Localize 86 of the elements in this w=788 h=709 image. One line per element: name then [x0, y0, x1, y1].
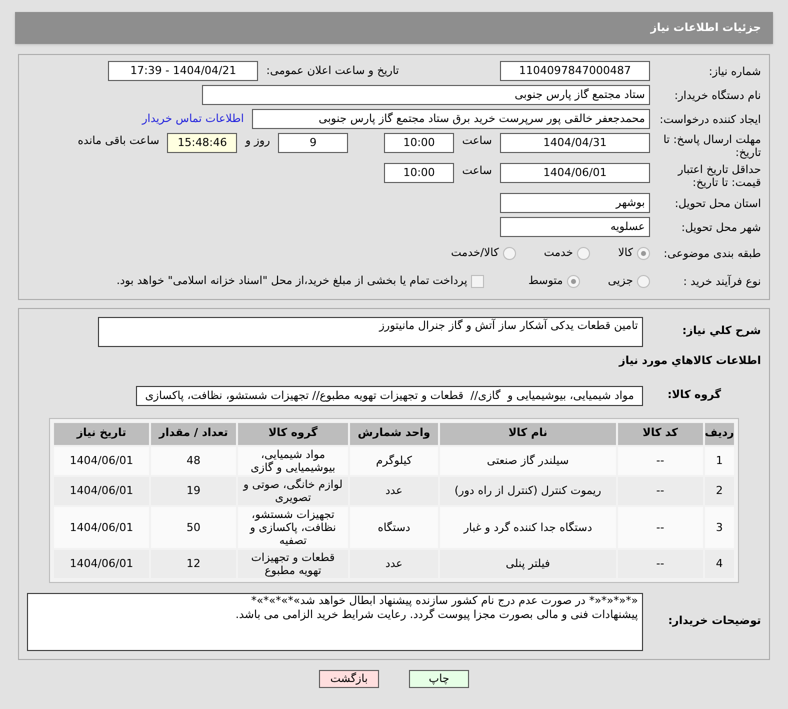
table-cell-text: فیلتر پنلی	[504, 556, 552, 572]
table-cell-text: 2	[714, 483, 724, 499]
table-cell-text: قطعات و تجهیزات تهویه مطبوع	[250, 550, 336, 578]
radio-button[interactable]	[502, 246, 516, 260]
column-header: تعداد / مقدار	[151, 422, 236, 444]
table-cell-text: دستگاه	[376, 520, 412, 536]
field-label: نام دستگاه خریدار:	[673, 88, 761, 102]
table-cell-text: 1404/06/01	[68, 556, 134, 572]
column-header: کد کالا	[618, 422, 703, 444]
column-header: واحد شمارش	[350, 422, 438, 444]
table-cell-text: لوازم خانگی، صوتی و تصویری	[242, 476, 344, 504]
radio-label: متوسط	[528, 272, 563, 289]
text-field[interactable]: 1104097847000487	[500, 61, 650, 81]
notes-textarea[interactable]: «*«*«*«* در صورت عدم درج نام کشور سازنده پیشنهاد ابطال خواهد شد»*»*»*»* پیشنهادات فنی و مالی بصورت مجزا پیوست گردد. رعایت شرایط خرید الزامی می باشد.	[27, 592, 643, 650]
text-field[interactable]: محمدجعفر خالقی پور سرپرست خرید برق ستاد مجتمع گاز پارس جنوبی	[252, 109, 650, 129]
table-cell-text: 50	[186, 520, 202, 536]
column-header: گروه کالا	[238, 422, 348, 444]
section-heading: اطلاعات کالاهاي مورد نياز	[618, 353, 761, 369]
table-cell-text: --	[655, 520, 666, 536]
page-title: جزئیات اطلاعات نیاز	[650, 20, 761, 36]
field-label: استان محل تحویل:	[674, 196, 761, 210]
field-label: ساعت	[462, 163, 492, 179]
radio-label: جزیی	[608, 272, 633, 289]
radio-label: کالا	[618, 244, 633, 261]
table-cell-text: مواد شیمیایی، بیوشیمیایی و گازی	[250, 446, 336, 474]
radio-button[interactable]	[577, 246, 590, 260]
print-button[interactable]: چاپ	[409, 670, 469, 688]
table-cell-text: 1404/06/01	[68, 483, 134, 499]
text-field[interactable]: 9	[278, 133, 348, 153]
text-field[interactable]: 10:00	[384, 163, 454, 183]
field-label: شهر محل تحویل:	[680, 220, 761, 234]
table-cell-text: 1404/06/01	[68, 520, 134, 536]
text-field[interactable]: 15:48:46	[167, 133, 238, 153]
table-cell-text: 1	[714, 453, 724, 469]
field-label: توضیحات خریدار:	[667, 613, 761, 630]
text-field[interactable]: 1404/04/21 - 17:39	[108, 61, 258, 81]
text-field[interactable]: 10:00	[384, 133, 454, 153]
field-label: روز و	[245, 133, 270, 149]
checkbox-label: پرداخت تمام یا بخشی از مبلغ خرید،از محل "اسناد خزانه اسلامی" خواهد بود.	[116, 272, 468, 289]
radio-button[interactable]	[637, 246, 650, 260]
field-label: گروه کالا:	[666, 387, 722, 404]
notes-line: «*«*«*«* در صورت عدم درج نام کشور سازنده پیشنهاد ابطال خواهد شد»*»*»*»*	[250, 594, 638, 607]
table-cell-text: تجهیزات شستشو، نظافت، پاکسازی و تصفیه	[248, 506, 338, 548]
contact-link[interactable]: اطلاعات تماس خریدار	[142, 110, 244, 128]
table-cell-text: 19	[186, 483, 202, 499]
table-cell-text: --	[655, 483, 666, 499]
radio-label: خدمت	[544, 244, 574, 261]
field-label: ساعت باقی مانده	[78, 133, 160, 149]
table-cell-text: سیلندر گاز صنعتی	[486, 453, 570, 469]
table-cell-text: 48	[186, 453, 202, 469]
column-header: نام کالا	[440, 422, 616, 444]
radio-button[interactable]	[566, 274, 580, 288]
field-label: تاریخ و ساعت اعلان عمومی:	[266, 62, 399, 79]
description-textarea[interactable]: تامین قطعات یدکی آشکار ساز آتش و گاز جنرال مانیتورز	[98, 317, 643, 347]
field-label: شماره نیاز:	[708, 64, 761, 78]
table-cell-text: --	[655, 556, 666, 572]
table-cell-text: 3	[714, 520, 724, 536]
table-cell-text: دستگاه جدا کننده گرد و غبار	[462, 520, 594, 536]
checkbox[interactable]	[471, 274, 484, 288]
field-label: شرح کلي نياز:	[681, 323, 761, 339]
table-cell-text: ریموت کنترل (کنترل از راه دور)	[454, 483, 602, 499]
field-label: طبقه بندی موضوعی:	[662, 246, 761, 260]
text-field[interactable]: عسلویه	[500, 217, 650, 237]
field-label: حداقل تاریخ اعتبار قیمت: تا تاریخ:	[676, 163, 761, 189]
table-cell-text: 12	[186, 556, 202, 572]
field-label: ساعت	[462, 133, 492, 149]
table-cell-text: 1404/06/01	[68, 453, 134, 469]
text-field[interactable]: مواد شیمیایی، بیوشیمیایی و گازی// قطعات و تجهیزات تهویه مطبوع// تجهیزات شستشو، نظافت، پاکسازی	[136, 386, 643, 406]
notes-line: پیشنهادات فنی و مالی بصورت مجزا پیوست گردد. رعایت شرایط خرید الزامی می باشد.	[234, 608, 638, 622]
back-button[interactable]: بازگشت	[319, 670, 379, 688]
text-field[interactable]: ستاد مجتمع گاز پارس جنوبی	[202, 85, 650, 105]
table-cell-text: --	[655, 453, 666, 469]
radio-button[interactable]	[637, 274, 650, 288]
table-cell-text: 4	[714, 556, 724, 572]
field-label: نوع فرآیند خرید :	[682, 274, 761, 288]
table-cell-text: کیلوگرم	[375, 453, 413, 469]
text-field[interactable]: بوشهر	[500, 193, 650, 213]
column-header: تاریخ نیاز	[54, 422, 149, 444]
table-cell-text: عدد	[384, 556, 404, 572]
field-label: ایجاد کننده درخواست:	[658, 112, 761, 126]
field-label: مهلت ارسال پاسخ: تا تاریخ:	[662, 133, 761, 159]
radio-label: کالا/خدمت	[451, 244, 499, 261]
column-header: ردیف	[704, 422, 734, 444]
text-field[interactable]: 1404/04/31	[500, 133, 650, 153]
table-cell-text: عدد	[384, 483, 404, 499]
text-field[interactable]: 1404/06/01	[500, 163, 650, 183]
